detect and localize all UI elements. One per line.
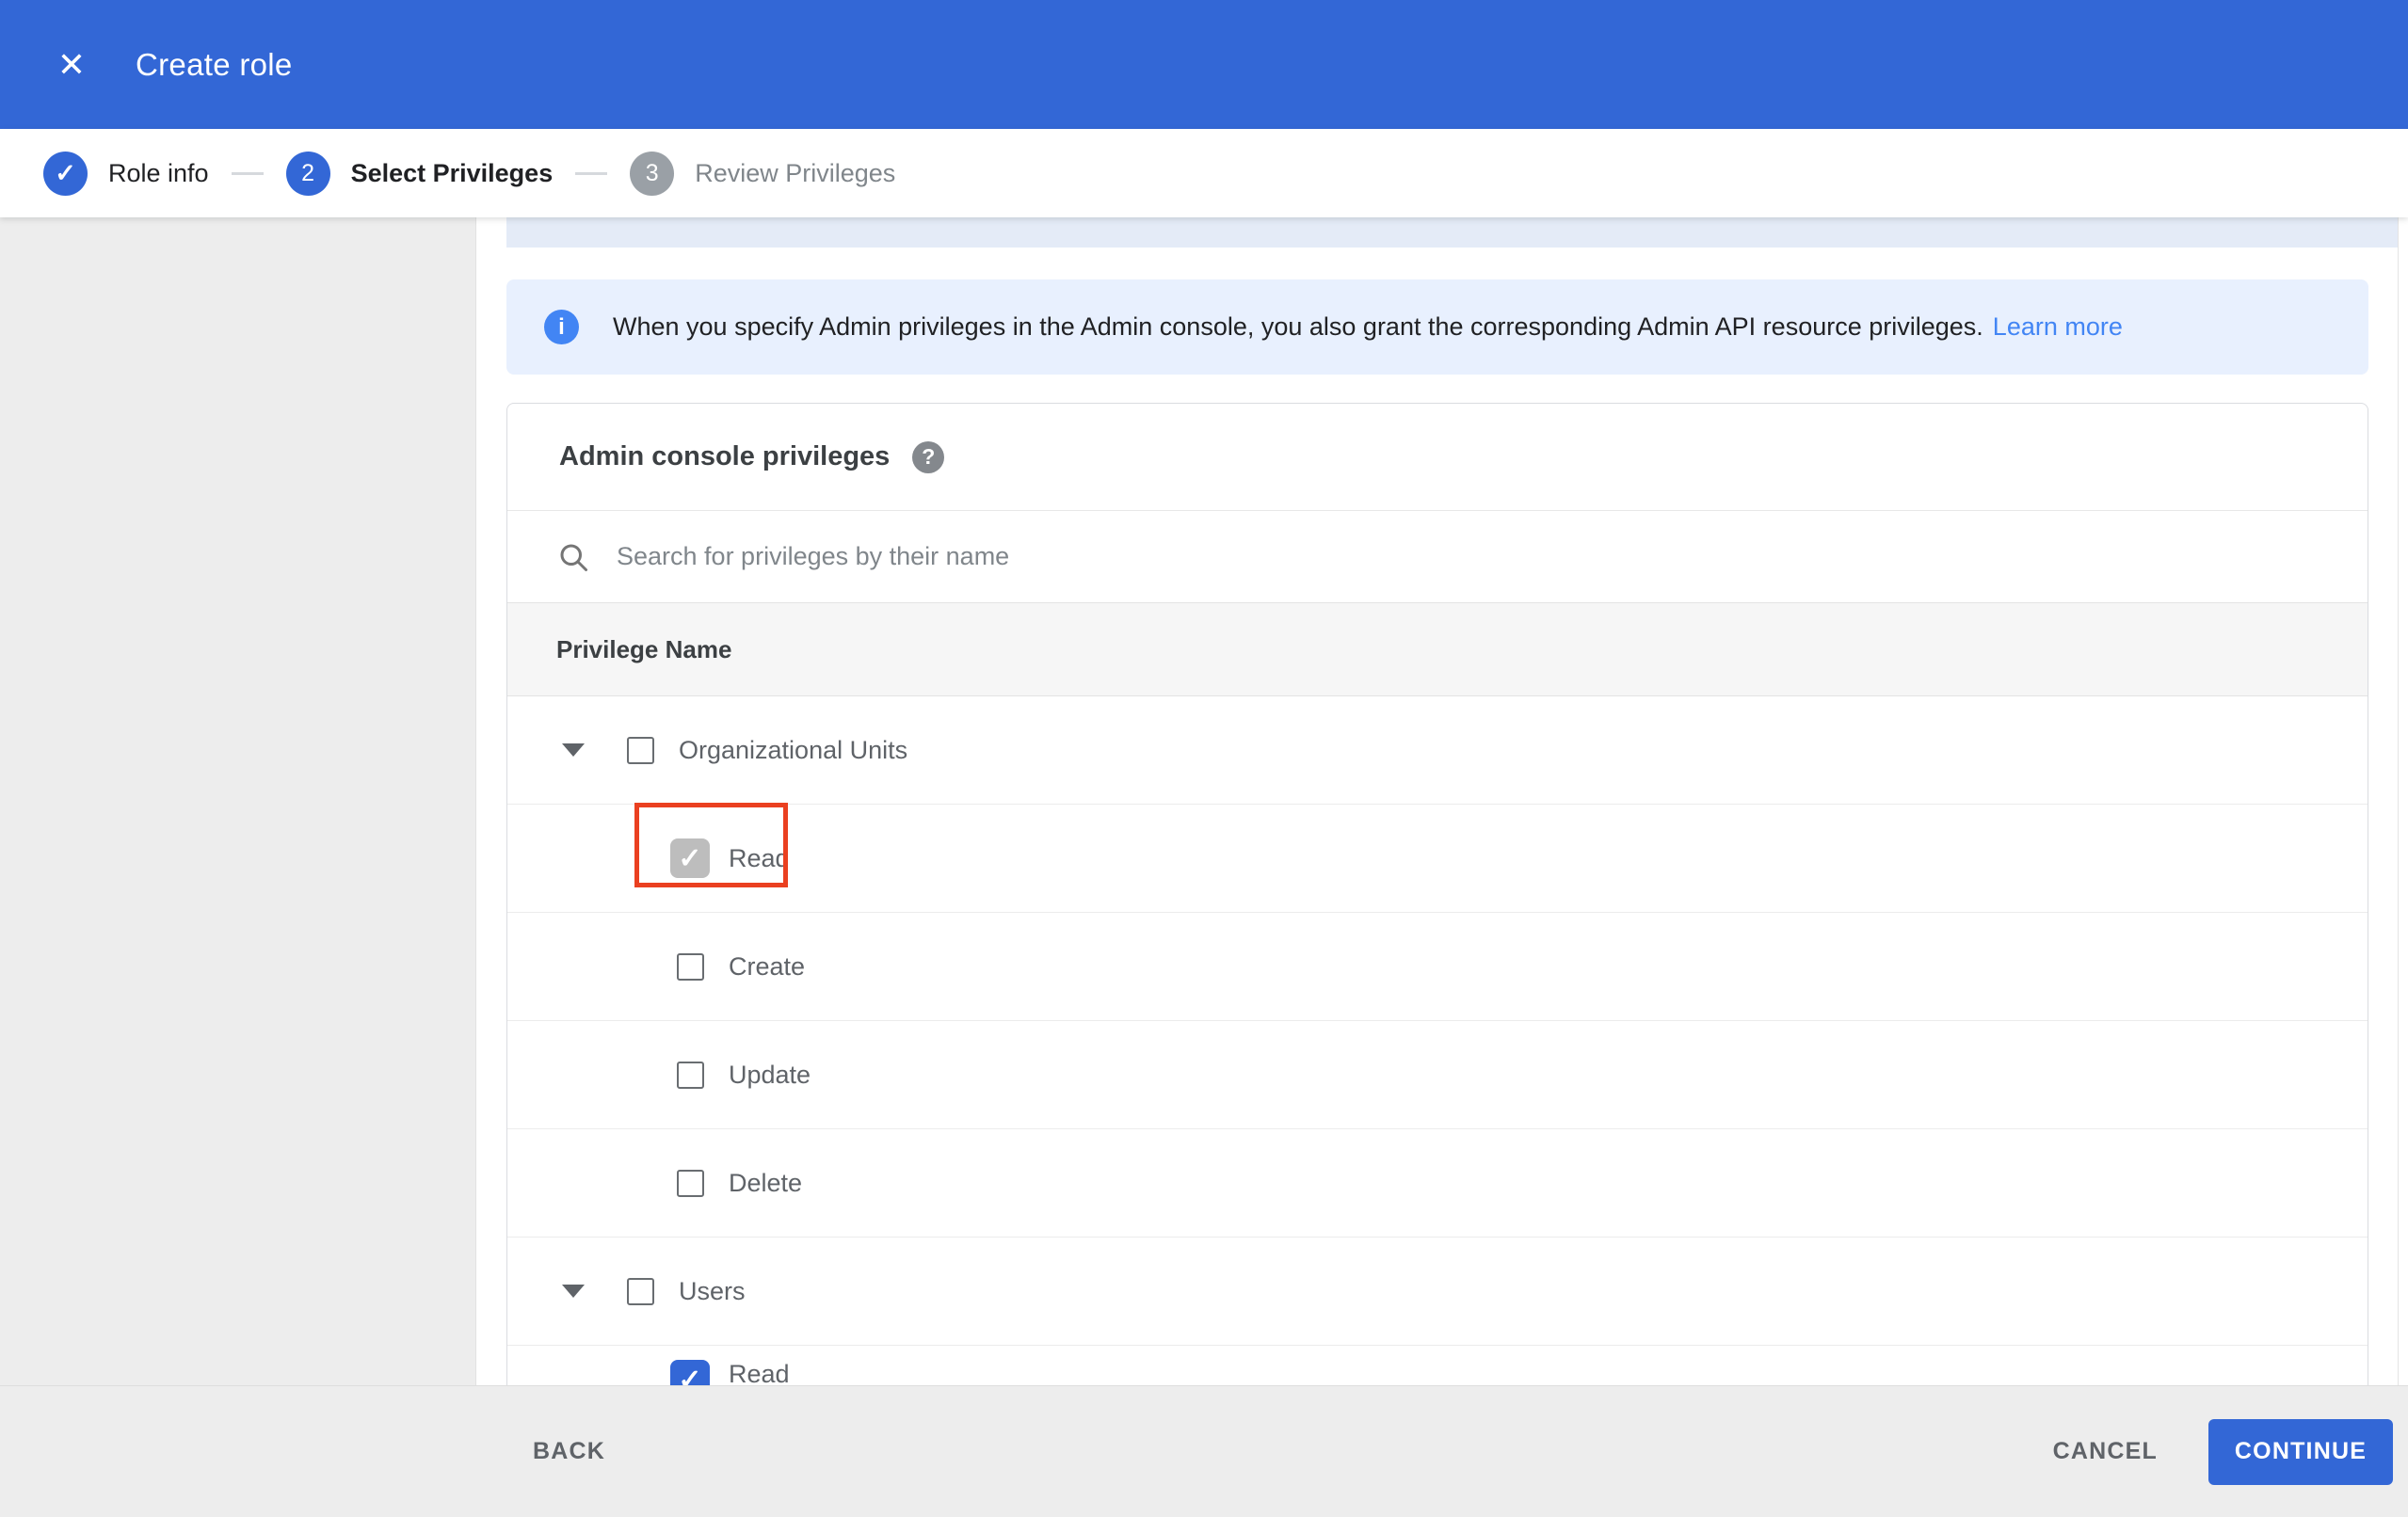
admin-privileges-card: Admin console privileges ? Privilege Nam… (506, 403, 2368, 1385)
privilege-row-organizational-units: Organizational Units (507, 696, 2368, 805)
info-banner-text: When you specify Admin privileges in the… (613, 312, 1983, 341)
left-backdrop-panel (0, 217, 476, 1385)
privilege-row-create: Create (507, 913, 2368, 1021)
expand-arrow-icon[interactable] (562, 1285, 585, 1298)
stepper: ✓ Role info 2 Select Privileges 3 Review… (0, 129, 2408, 217)
step-done-check-icon: ✓ (43, 151, 88, 196)
step-divider (575, 171, 608, 175)
checkbox-organizational-units[interactable] (626, 736, 654, 764)
privilege-row-read: ✓ Read (507, 803, 2368, 913)
privilege-label: Organizational Units (679, 735, 908, 764)
step-number: 3 (630, 151, 675, 196)
step-label: Select Privileges (350, 158, 554, 187)
privilege-search-row (507, 511, 2368, 602)
create-role-dialog: ✕ Create role ✓ Role info 2 Select Privi… (0, 0, 2408, 1517)
step-divider (231, 171, 264, 175)
checkbox-read[interactable]: ✓ (670, 838, 710, 878)
expand-arrow-icon[interactable] (562, 743, 585, 757)
privilege-label: Update (729, 1060, 811, 1089)
privilege-row-update: Update (507, 1021, 2368, 1129)
privilege-label: Delete (729, 1168, 803, 1197)
step-number: 2 (285, 151, 330, 196)
help-icon[interactable]: ? (912, 440, 945, 473)
footer-bar: BACK CANCEL CONTINUE (0, 1385, 2408, 1517)
search-icon (560, 544, 587, 571)
privilege-row-users: Users (507, 1238, 2368, 1346)
search-input[interactable] (617, 542, 1746, 571)
checkbox-read[interactable]: ✓ (670, 1360, 710, 1385)
back-button[interactable]: BACK (533, 1438, 605, 1465)
checkbox-users[interactable] (626, 1277, 654, 1305)
step-role-info[interactable]: ✓ Role info (43, 151, 209, 196)
info-icon: i (544, 310, 579, 344)
privilege-label: Read (729, 843, 790, 872)
step-label: Review Privileges (695, 158, 896, 187)
step-select-privileges[interactable]: 2 Select Privileges (285, 151, 554, 196)
checkbox-update[interactable] (676, 1061, 704, 1089)
checkbox-create[interactable] (676, 952, 704, 981)
privilege-row-read: ✓ Read (507, 1346, 2368, 1385)
cancel-button[interactable]: CANCEL (2053, 1438, 2158, 1465)
info-banner: i When you specify Admin privileges in t… (506, 279, 2368, 375)
continue-button[interactable]: CONTINUE (2208, 1418, 2393, 1485)
dialog-body: i When you specify Admin privileges in t… (0, 217, 2408, 1385)
column-header-privilege-name: Privilege Name (556, 634, 732, 663)
app-header: ✕ Create role (0, 0, 2408, 129)
privilege-label: Create (729, 951, 806, 981)
learn-more-link[interactable]: Learn more (1993, 312, 2123, 342)
card-title-row: Admin console privileges ? (507, 404, 2368, 511)
table-header-row: Privilege Name (507, 602, 2368, 696)
card-title: Admin console privileges (559, 441, 891, 471)
privilege-label: Users (679, 1276, 746, 1305)
step-label: Role info (108, 158, 209, 187)
privilege-row-delete: Delete (507, 1129, 2368, 1238)
privilege-label: Read (729, 1360, 790, 1385)
dialog-title: Create role (136, 46, 293, 82)
checkbox-delete[interactable] (676, 1169, 704, 1197)
close-icon[interactable]: ✕ (49, 42, 94, 88)
content-scroll-area[interactable]: i When you specify Admin privileges in t… (476, 217, 2408, 1385)
step-review-privileges[interactable]: 3 Review Privileges (630, 151, 896, 196)
scrolled-content-edge (506, 217, 2399, 248)
privilege-rows: Organizational Units ✓ Read Create Update Del… (507, 696, 2368, 1385)
